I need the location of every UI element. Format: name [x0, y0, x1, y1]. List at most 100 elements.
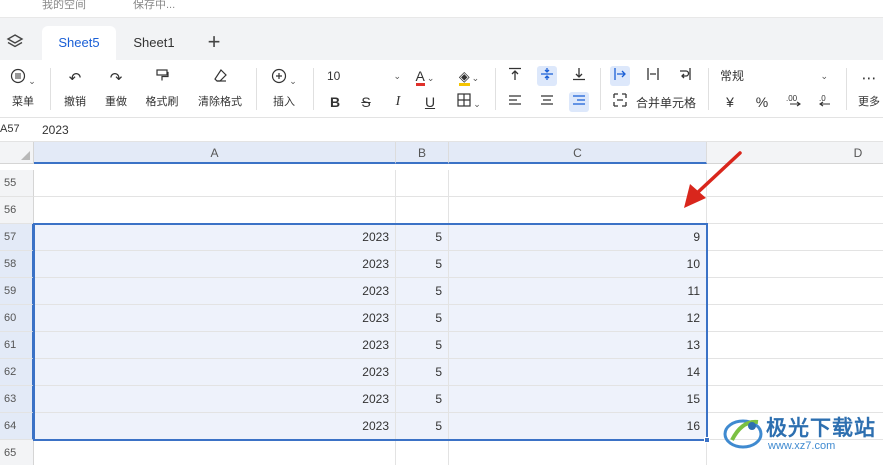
- row-header[interactable]: 60: [0, 305, 34, 332]
- add-sheet-button[interactable]: +: [203, 31, 225, 54]
- align-top-button[interactable]: [505, 66, 525, 86]
- cell-a[interactable]: 2023: [34, 386, 396, 413]
- spreadsheet-app: 我的空间 保存中... Sheet5 Sheet1 + ⌄ 菜单 ↶ 撤销 ↷ …: [0, 0, 883, 465]
- cell-b[interactable]: 5: [396, 305, 449, 332]
- cell-a[interactable]: 2023: [34, 413, 396, 440]
- cell-b[interactable]: 5: [396, 386, 449, 413]
- wrap-icon: [678, 68, 692, 84]
- decrease-decimal-button[interactable]: .0: [814, 92, 838, 112]
- font-color-button[interactable]: A ⌄: [410, 66, 440, 86]
- layers-icon[interactable]: [6, 33, 24, 49]
- cell-a[interactable]: 2023: [34, 332, 396, 359]
- column-header-b[interactable]: B: [396, 142, 449, 164]
- align-middle-icon: [540, 68, 554, 84]
- merge-cells-icon-button[interactable]: [610, 92, 630, 112]
- text-wrap-button[interactable]: [675, 66, 695, 86]
- cell-d[interactable]: [707, 305, 883, 332]
- merge-cells-button[interactable]: 合并单元格: [636, 94, 696, 111]
- format-painter-button[interactable]: 格式刷: [140, 68, 184, 109]
- cell-b[interactable]: 5: [396, 224, 449, 251]
- cell-a[interactable]: 2023: [34, 224, 396, 251]
- align-bottom-icon: [572, 68, 586, 84]
- redo-button[interactable]: ↷ 重做: [101, 68, 131, 109]
- formula-input[interactable]: 2023: [42, 123, 69, 137]
- cell-c[interactable]: 14: [449, 359, 707, 386]
- currency-button[interactable]: ¥: [720, 92, 740, 112]
- select-all-corner[interactable]: [0, 142, 34, 164]
- row-header[interactable]: 59: [0, 278, 34, 305]
- cell-b[interactable]: [396, 197, 449, 224]
- cell-a[interactable]: [34, 440, 396, 465]
- undo-button[interactable]: ↶ 撤销: [60, 68, 90, 109]
- cell-d[interactable]: [707, 332, 883, 359]
- cell-a[interactable]: [34, 170, 396, 197]
- cell-b[interactable]: [396, 440, 449, 465]
- cell-a[interactable]: 2023: [34, 251, 396, 278]
- row-header[interactable]: 55: [0, 170, 34, 197]
- column-header-a[interactable]: A: [34, 142, 396, 164]
- cell-c[interactable]: [449, 170, 707, 197]
- tab-sheet1[interactable]: Sheet1: [120, 26, 188, 60]
- watermark-title: 极光下载站: [766, 417, 876, 440]
- row-header[interactable]: 57: [0, 224, 34, 251]
- fill-color-button[interactable]: ◈ ⌄: [453, 66, 485, 86]
- italic-button[interactable]: I: [388, 92, 408, 112]
- font-size-select[interactable]: 10 ⌄: [327, 66, 403, 86]
- cell-c[interactable]: 9: [449, 224, 707, 251]
- cell-b[interactable]: 5: [396, 332, 449, 359]
- redo-icon: ↷: [109, 70, 123, 87]
- cell-d[interactable]: [707, 251, 883, 278]
- more-button[interactable]: ⋯ 更多: [855, 68, 883, 109]
- cell-d[interactable]: [707, 359, 883, 386]
- font-size-value: 10: [327, 69, 341, 83]
- tab-sheet5[interactable]: Sheet5: [42, 26, 116, 60]
- align-middle-button[interactable]: [537, 66, 557, 86]
- cell-b[interactable]: 5: [396, 278, 449, 305]
- align-right-button[interactable]: [569, 92, 589, 112]
- cell-a[interactable]: 2023: [34, 278, 396, 305]
- cell-d[interactable]: [707, 224, 883, 251]
- watermark: 极光下载站 www.xz7.com: [722, 408, 882, 458]
- cell-a[interactable]: 2023: [34, 359, 396, 386]
- align-center-button[interactable]: [537, 92, 557, 112]
- row-header[interactable]: 64: [0, 413, 34, 440]
- underline-button[interactable]: U: [420, 92, 440, 112]
- clear-format-button[interactable]: 清除格式: [193, 68, 247, 109]
- strikethrough-button[interactable]: S: [356, 92, 376, 112]
- row-header[interactable]: 65: [0, 440, 34, 465]
- borders-button[interactable]: ⌄: [452, 92, 486, 112]
- cell-reference[interactable]: A57: [0, 123, 28, 135]
- text-overflow-button[interactable]: [610, 66, 630, 86]
- cell-b[interactable]: 5: [396, 413, 449, 440]
- column-header-c[interactable]: C: [449, 142, 707, 164]
- cell-c[interactable]: 15: [449, 386, 707, 413]
- cell-c[interactable]: 11: [449, 278, 707, 305]
- menu-button[interactable]: ⌄ 菜单: [6, 68, 40, 109]
- cell-a[interactable]: [34, 197, 396, 224]
- percent-button[interactable]: %: [752, 92, 772, 112]
- row-header[interactable]: 56: [0, 197, 34, 224]
- cell-b[interactable]: [396, 170, 449, 197]
- cell-c[interactable]: [449, 440, 707, 465]
- cell-b[interactable]: 5: [396, 251, 449, 278]
- row-header[interactable]: 63: [0, 386, 34, 413]
- row-header[interactable]: 61: [0, 332, 34, 359]
- text-truncate-button[interactable]: [643, 66, 663, 86]
- cell-b[interactable]: 5: [396, 359, 449, 386]
- number-format-select[interactable]: 常规 ⌄: [720, 66, 830, 86]
- cell-d[interactable]: [707, 278, 883, 305]
- cell-c[interactable]: 10: [449, 251, 707, 278]
- cell-c[interactable]: 16: [449, 413, 707, 440]
- cell-a[interactable]: 2023: [34, 305, 396, 332]
- increase-decimal-button[interactable]: .00: [784, 92, 808, 112]
- row-header[interactable]: 58: [0, 251, 34, 278]
- insert-button[interactable]: ⌄ 插入: [266, 68, 302, 109]
- cell-c[interactable]: [449, 197, 707, 224]
- cell-c[interactable]: 12: [449, 305, 707, 332]
- align-left-button[interactable]: [505, 92, 525, 112]
- cell-c[interactable]: 13: [449, 332, 707, 359]
- align-bottom-button[interactable]: [569, 66, 589, 86]
- row-header[interactable]: 62: [0, 359, 34, 386]
- bold-button[interactable]: B: [325, 92, 345, 112]
- fill-handle[interactable]: [704, 437, 710, 443]
